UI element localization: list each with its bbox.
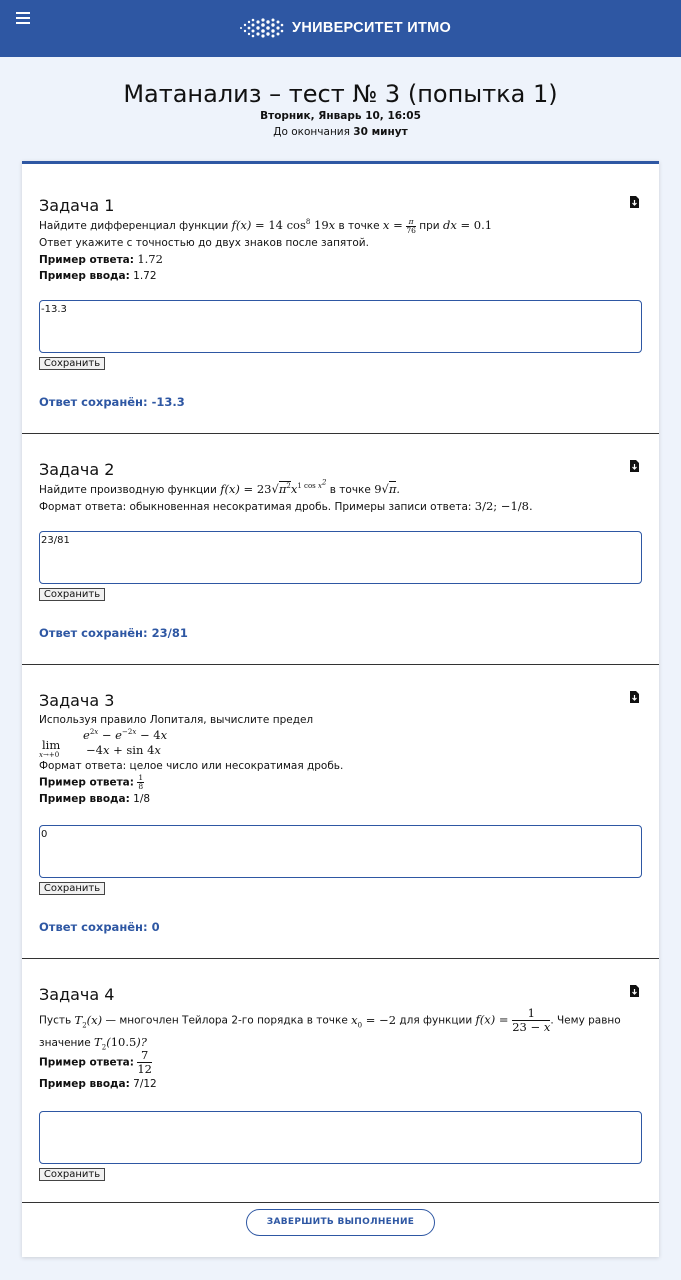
example-input-label: Пример ввода: — [39, 793, 130, 805]
document-download-icon[interactable] — [629, 460, 640, 472]
example-answer: Пример ответа: 7 12 — [39, 1049, 644, 1076]
formula: f(x) = 23√π2x1 cos x2 — [220, 478, 327, 496]
save-button[interactable]: Сохранить — [39, 1168, 105, 1181]
task-1: Задача 1 Найдите дифференциал функции f(… — [39, 196, 644, 284]
formula: 9√π. — [374, 481, 401, 496]
task-question: Найдите дифференциал функции f(x) = 14 c… — [39, 217, 644, 235]
question-text: Используя правило Лопиталя, вычислите пр… — [39, 714, 314, 726]
formula: 1 23 − x — [512, 1006, 551, 1034]
saved-status: Ответ сохранён: 0 — [39, 920, 160, 934]
saved-value: 23/81 — [151, 626, 188, 640]
task-precision-note: Ответ укажите с точностью до двух знаков… — [39, 236, 369, 249]
answer-input[interactable]: -13.3 — [39, 300, 642, 353]
time-remaining-prefix: До окончания — [273, 126, 350, 138]
top-bar: УНИВЕРСИТЕТ ИТМО — [0, 0, 681, 57]
question-text: при — [419, 220, 440, 232]
formula: f(x) = — [475, 1012, 513, 1027]
saved-value: -13.3 — [151, 395, 185, 409]
example-input: Пример ввода: 1/8 — [39, 791, 644, 807]
task-2: Задача 2 Найдите производную функции f(x… — [39, 460, 644, 515]
example-answer-label: Пример ответа: — [39, 1056, 134, 1069]
page-title: Матанализ – тест № 3 (попытка 1) — [123, 80, 558, 108]
saved-value: 0 — [151, 920, 160, 934]
example-input-value: 7/12 — [133, 1078, 157, 1090]
task-format-note: Формат ответа: обыкновенная несократимая… — [39, 498, 644, 515]
answer-input[interactable]: 0 — [39, 825, 642, 878]
example-input-value: 1/8 — [133, 793, 151, 805]
save-button[interactable]: Сохранить — [39, 357, 105, 370]
task-question: Найдите производную функции f(x) = 23√π2… — [39, 478, 644, 498]
question-text: — многочлен Тейлора 2-го порядка в точке — [105, 1014, 348, 1027]
limit-formula: lim x→+0 e2x − e−2x − 4x −4x + sin 4x — [39, 728, 168, 759]
saved-prefix: Ответ сохранён: — [39, 395, 148, 409]
document-download-icon[interactable] — [629, 985, 640, 997]
formula: x = — [382, 218, 407, 232]
question-text: Пусть — [39, 1014, 72, 1027]
formula: dx = 0.1 — [442, 218, 493, 232]
brand[interactable]: УНИВЕРСИТЕТ ИТМО — [238, 17, 451, 39]
example-input-value: 1.72 — [133, 269, 157, 282]
saved-prefix: Ответ сохранён: — [39, 626, 148, 640]
finish-button[interactable]: ЗАВЕРШИТЬ ВЫПОЛНЕНИЕ — [246, 1209, 435, 1236]
example-input: Пример ввода: 1.72 — [39, 268, 644, 284]
question-text: в точке — [338, 220, 380, 232]
example-answer-value: 18 — [137, 773, 145, 791]
saved-status: Ответ сохранён: -13.3 — [39, 395, 185, 409]
time-remaining-value: 30 минут — [353, 126, 408, 138]
question-text: . Чему равно — [550, 1014, 621, 1027]
time-remaining: До окончания 30 минут — [0, 126, 681, 138]
question-text: Найдите дифференциал функции — [39, 220, 229, 232]
example-answer: Пример ответа: 1.72 — [39, 251, 644, 268]
save-button[interactable]: Сохранить — [39, 588, 105, 601]
task-title: Задача 1 — [39, 196, 115, 215]
itmo-logo-icon — [240, 18, 284, 38]
answer-input[interactable] — [39, 1111, 642, 1164]
saved-status: Ответ сохранён: 23/81 — [39, 626, 188, 640]
task-title: Задача 4 — [39, 985, 115, 1004]
example-input-label: Пример ввода: — [39, 269, 130, 282]
task-format-note: Формат ответа: целое число или несократи… — [39, 760, 344, 772]
task-4: Задача 4 Пусть T2(x) — многочлен Тейлора… — [39, 985, 644, 1092]
question-text: Формат ответа: обыкновенная несократимая… — [39, 501, 472, 513]
task-question: Пусть T2(x) — многочлен Тейлора 2-го пор… — [39, 1007, 644, 1034]
document-download-icon[interactable] — [629, 196, 640, 208]
formula: 3/2; −1/8. — [474, 499, 533, 513]
task-3: Задача 3 Используя правило Лопиталя, выч… — [39, 691, 644, 807]
formula: π 76 — [406, 216, 416, 235]
example-answer-value: 7 12 — [137, 1048, 152, 1076]
brand-name: УНИВЕРСИТЕТ ИТМО — [292, 20, 452, 36]
question-text: Найдите производную функции — [39, 484, 217, 496]
hamburger-menu-icon[interactable] — [16, 12, 30, 24]
divider — [22, 1202, 659, 1203]
formula: f(x) = 14 cos8 19x — [231, 218, 336, 232]
example-answer-label: Пример ответа: — [39, 776, 134, 789]
example-input: Пример ввода: 7/12 — [39, 1076, 644, 1092]
question-text: для функции — [399, 1014, 473, 1027]
task-title: Задача 3 — [39, 691, 115, 710]
save-button[interactable]: Сохранить — [39, 882, 105, 895]
divider — [22, 433, 659, 434]
formula: T2(x) — [74, 1012, 103, 1029]
task-title: Задача 2 — [39, 460, 115, 479]
document-download-icon[interactable] — [629, 691, 640, 703]
answer-input[interactable]: 23/81 — [39, 531, 642, 584]
example-answer-label: Пример ответа: — [39, 253, 134, 266]
test-date: Вторник, Январь 10, 16:05 — [260, 110, 421, 122]
formula: T2(10.5)? — [94, 1035, 147, 1052]
divider — [22, 664, 659, 665]
divider — [22, 958, 659, 959]
example-answer: Пример ответа: 18 — [39, 774, 644, 791]
formula: x0 = −2 — [351, 1012, 397, 1029]
saved-prefix: Ответ сохранён: — [39, 920, 148, 934]
question-text: в точке — [329, 484, 371, 496]
example-input-label: Пример ввода: — [39, 1078, 130, 1090]
example-answer-value: 1.72 — [137, 251, 163, 266]
question-text: значение — [39, 1037, 91, 1049]
